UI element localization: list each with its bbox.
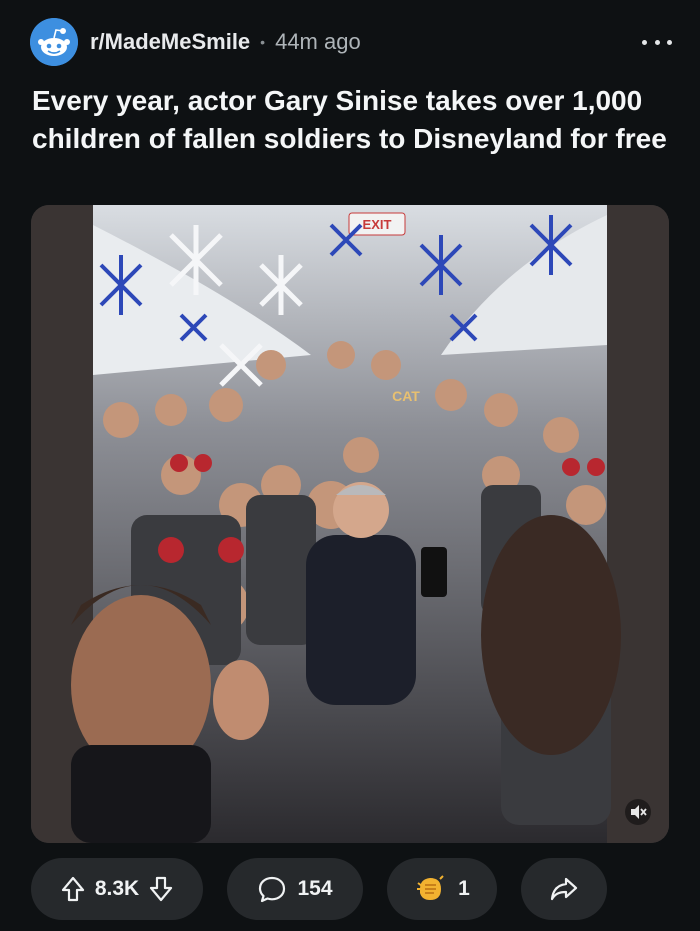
vote-count: 8.3K: [94, 877, 140, 900]
award-hand-icon: [417, 875, 444, 900]
post-actions-bar: 8.3K 154 1: [31, 858, 671, 920]
post-header: r/MadeMeSmile • 44m ago: [30, 14, 672, 70]
post-timestamp: 44m ago: [275, 29, 361, 54]
comment-count: 154: [297, 877, 333, 900]
exit-sign-text: EXIT: [363, 217, 392, 232]
share-button[interactable]: [521, 858, 607, 920]
comments-button[interactable]: 154: [227, 858, 363, 920]
award-button[interactable]: 1: [387, 858, 497, 920]
muted-speaker-icon[interactable]: [625, 799, 651, 825]
award-count: 1: [458, 877, 470, 900]
video-frame: EXIT CAT: [31, 205, 669, 843]
comment-bubble-icon: [259, 876, 286, 903]
share-arrow-icon: [550, 877, 578, 901]
post-video[interactable]: EXIT CAT: [31, 205, 669, 843]
vote-control: 8.3K: [31, 858, 203, 920]
post-title[interactable]: Every year, actor Gary Sinise takes over…: [32, 82, 672, 158]
subreddit-name[interactable]: r/MadeMeSmile: [90, 29, 250, 55]
more-options-icon[interactable]: [642, 32, 672, 52]
shirt-text: CAT: [392, 388, 420, 404]
upvote-arrow-icon[interactable]: [59, 875, 87, 903]
reddit-snoo-icon: [30, 18, 78, 66]
separator-dot: •: [260, 34, 266, 50]
downvote-arrow-icon[interactable]: [147, 875, 175, 903]
subreddit-avatar[interactable]: [30, 18, 78, 66]
